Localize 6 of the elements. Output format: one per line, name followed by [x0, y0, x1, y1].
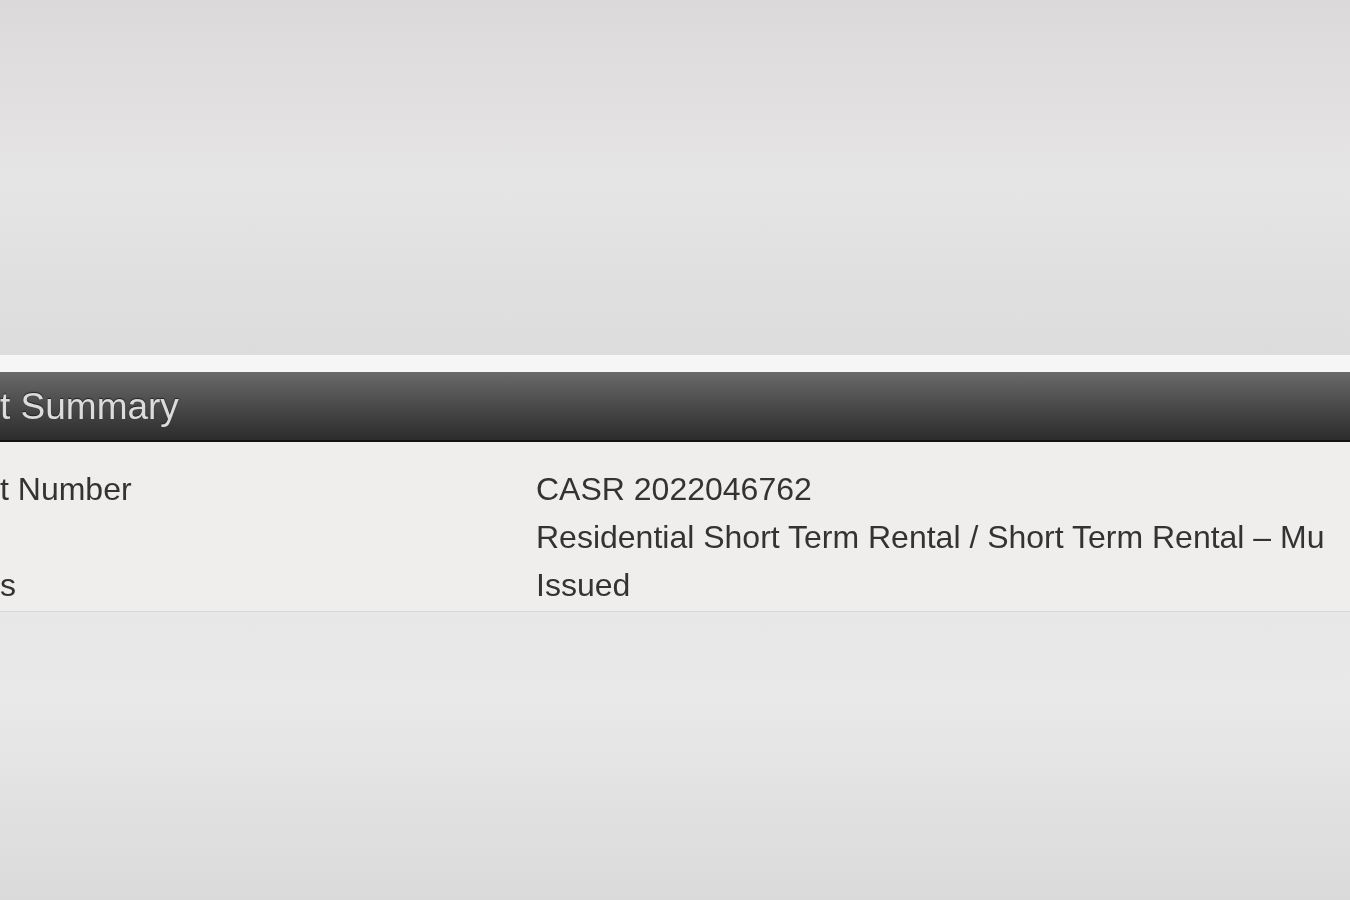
field-value: Issued	[536, 569, 631, 601]
field-value: Residential Short Term Rental / Short Term Rental – Mu	[536, 521, 1325, 553]
section-title: t Summary	[0, 387, 179, 425]
field-value: CASR 2022046762	[536, 473, 812, 505]
field-label: s	[0, 569, 16, 601]
field-label: t Number	[0, 473, 132, 505]
